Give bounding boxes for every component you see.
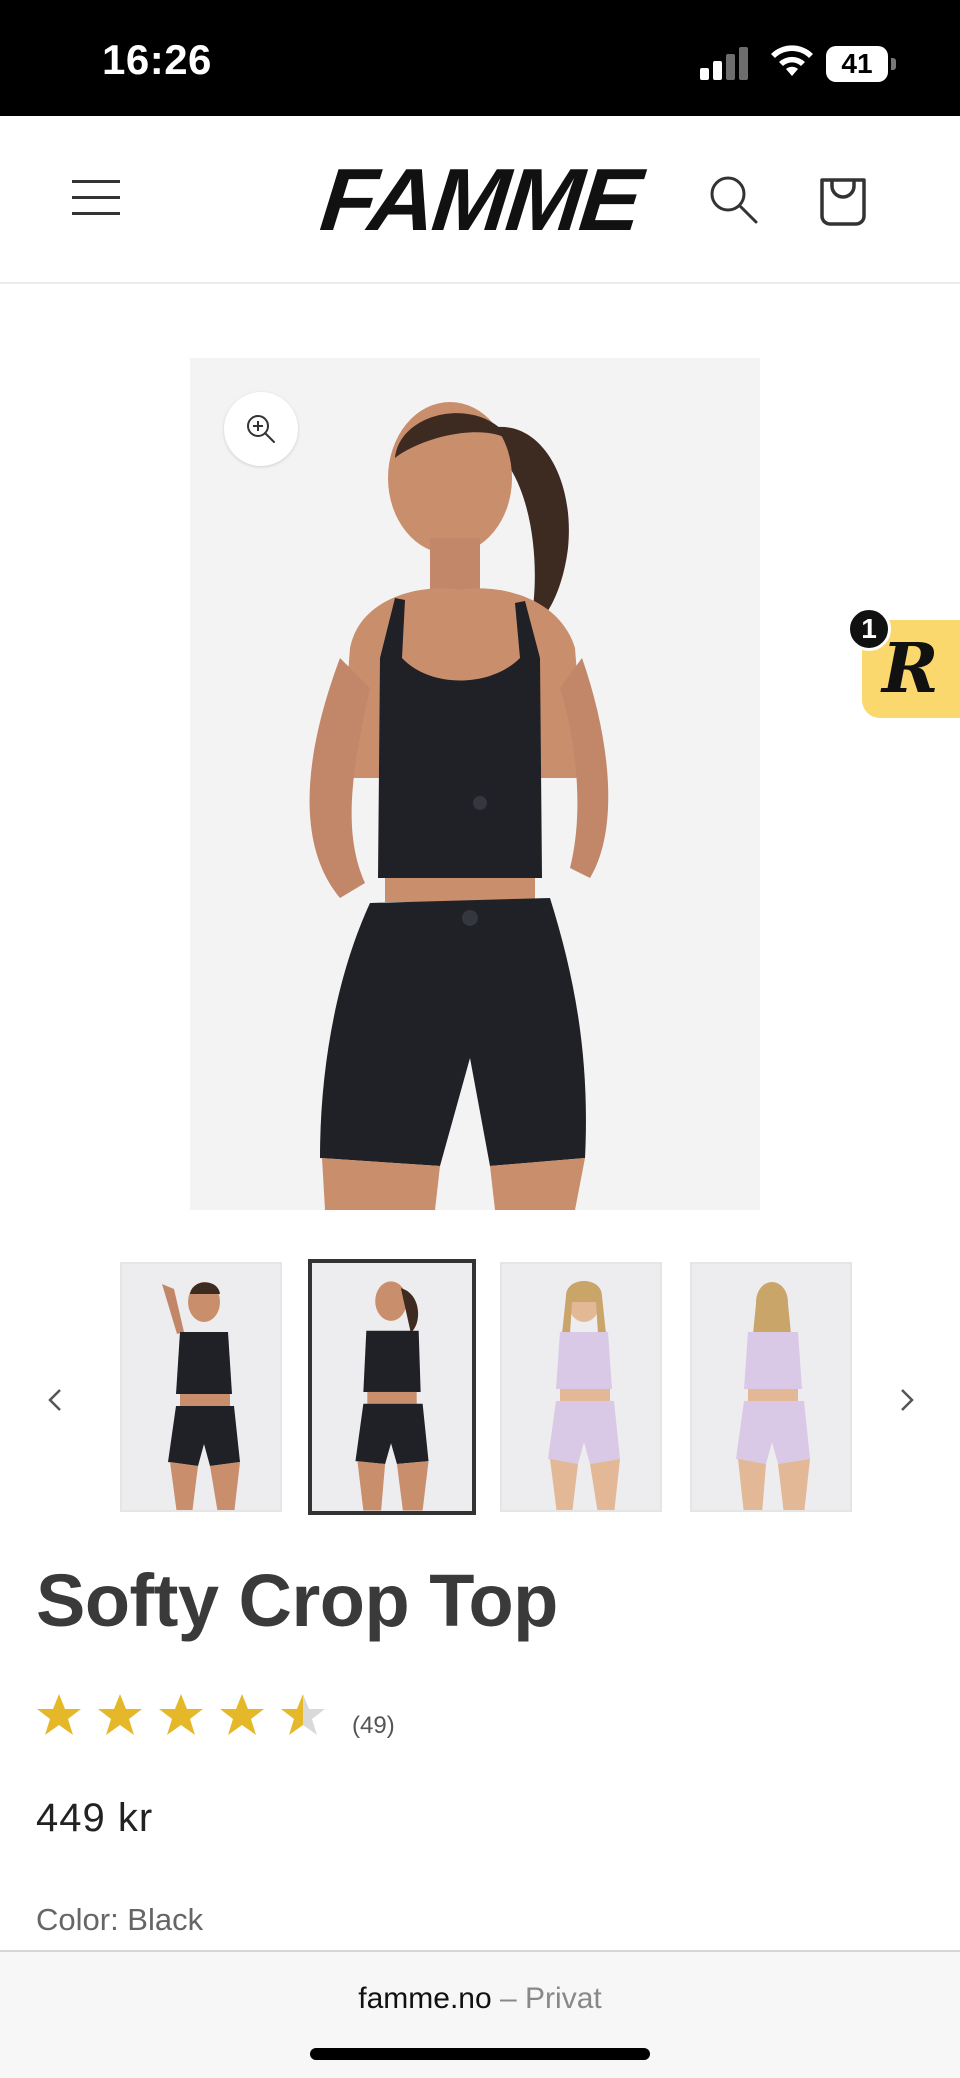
status-time: 16:26 (102, 36, 212, 83)
famme-logo[interactable]: FAMME (316, 151, 644, 249)
star-icon (37, 1694, 81, 1735)
signal-icon (700, 46, 750, 80)
thumbnail-1[interactable] (120, 1262, 282, 1512)
star-icon (159, 1694, 203, 1735)
model-black-set-back-illustration (190, 358, 760, 1210)
zoom-button[interactable] (224, 392, 298, 466)
thumbnail-3[interactable] (500, 1262, 662, 1512)
url-text[interactable]: famme.no – Privat (0, 1982, 960, 2016)
star-icon (220, 1694, 264, 1735)
chevron-left-icon[interactable] (36, 1380, 76, 1420)
battery-level: 41 (841, 48, 873, 79)
color-label: Color: Black (36, 1902, 204, 1937)
cart-icon[interactable] (816, 172, 870, 228)
browsing-mode: Privat (525, 1982, 602, 2015)
chevron-right-icon[interactable] (886, 1380, 926, 1420)
browser-address-bar[interactable]: famme.no – Privat (0, 1950, 960, 2078)
product-price: 449 kr (36, 1796, 154, 1840)
product-title: Softy Crop Top (36, 1559, 558, 1642)
url-separator: – (500, 1982, 517, 2015)
rewards-count-badge: 1 (847, 607, 891, 651)
search-icon[interactable] (706, 172, 760, 226)
thumbnail-4[interactable] (690, 1262, 852, 1512)
star-icon (98, 1694, 142, 1735)
menu-button[interactable] (72, 176, 122, 220)
thumbnail-2[interactable] (308, 1259, 476, 1515)
site-header: FAMME (0, 116, 960, 284)
rewards-logo: R (882, 629, 939, 709)
star-icon (281, 1694, 325, 1735)
wifi-icon (771, 45, 813, 76)
review-count[interactable]: (49) (352, 1712, 395, 1740)
zoom-in-icon (247, 415, 275, 443)
product-main-image[interactable] (190, 358, 760, 1210)
home-indicator[interactable] (310, 2048, 650, 2060)
url-domain: famme.no (358, 1982, 492, 2015)
status-bar: 16:26 41 (0, 0, 960, 116)
battery-icon: 41 (826, 46, 896, 82)
